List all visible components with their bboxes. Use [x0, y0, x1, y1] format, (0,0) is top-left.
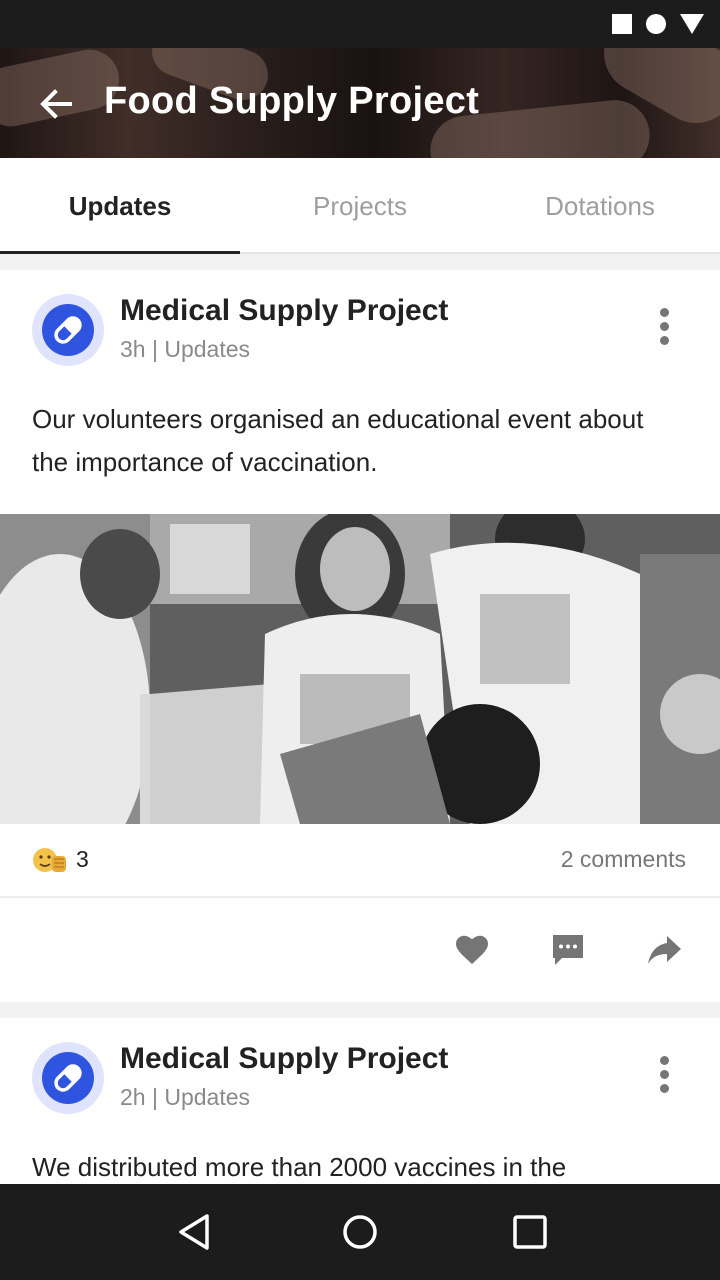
post-text: We distributed more than 2000 vaccines i…: [32, 1152, 567, 1182]
back-triangle-icon[interactable]: [174, 1212, 214, 1252]
post-author[interactable]: Medical Supply Project: [120, 294, 448, 328]
tab-bar: Updates Projects Dotations: [0, 158, 720, 254]
tab-projects[interactable]: Projects: [240, 158, 480, 252]
reaction-count: 3: [76, 846, 89, 872]
recents-square-icon[interactable]: [510, 1212, 550, 1252]
more-vert-icon[interactable]: [654, 308, 674, 348]
triangle-icon: [680, 14, 704, 34]
post-card: Medical Supply Project 3h | Updates Our …: [0, 270, 720, 1002]
post-actions: [0, 898, 720, 1002]
post-author[interactable]: Medical Supply Project: [120, 1042, 448, 1076]
tab-dotations[interactable]: Dotations: [480, 158, 720, 252]
avatar[interactable]: [32, 294, 104, 366]
more-vert-icon[interactable]: [654, 1056, 674, 1096]
pill-icon: [54, 1064, 82, 1092]
navigation-bar: [0, 1184, 720, 1280]
arrow-left-icon[interactable]: [36, 84, 76, 124]
pill-icon: [54, 316, 82, 344]
comment-icon[interactable]: [550, 932, 586, 968]
post-photo[interactable]: [0, 514, 720, 824]
avatar[interactable]: [32, 1042, 104, 1114]
comments-link[interactable]: 2 comments: [561, 846, 686, 873]
status-bar: [0, 0, 720, 48]
post-meta: 3h | Updates: [120, 336, 251, 362]
tab-updates[interactable]: Updates: [0, 158, 240, 254]
heart-icon[interactable]: [454, 932, 490, 968]
share-icon[interactable]: [646, 932, 682, 968]
home-circle-icon[interactable]: [340, 1212, 380, 1252]
square-icon: [612, 14, 632, 34]
post-text: Our volunteers organised an educational …: [32, 404, 644, 477]
app-bar: Food Supply Project: [0, 48, 720, 158]
screen: Food Supply Project Updates Projects Dot…: [0, 0, 720, 1280]
post-card: Medical Supply Project 2h | Updates We d…: [0, 1018, 720, 1188]
reactions-row: 3 2 comments: [0, 824, 720, 898]
page-title: Food Supply Project: [104, 80, 480, 122]
circle-icon: [646, 14, 666, 34]
clapping-emoji-icon[interactable]: [32, 846, 68, 874]
post-meta: 2h | Updates: [120, 1084, 251, 1110]
